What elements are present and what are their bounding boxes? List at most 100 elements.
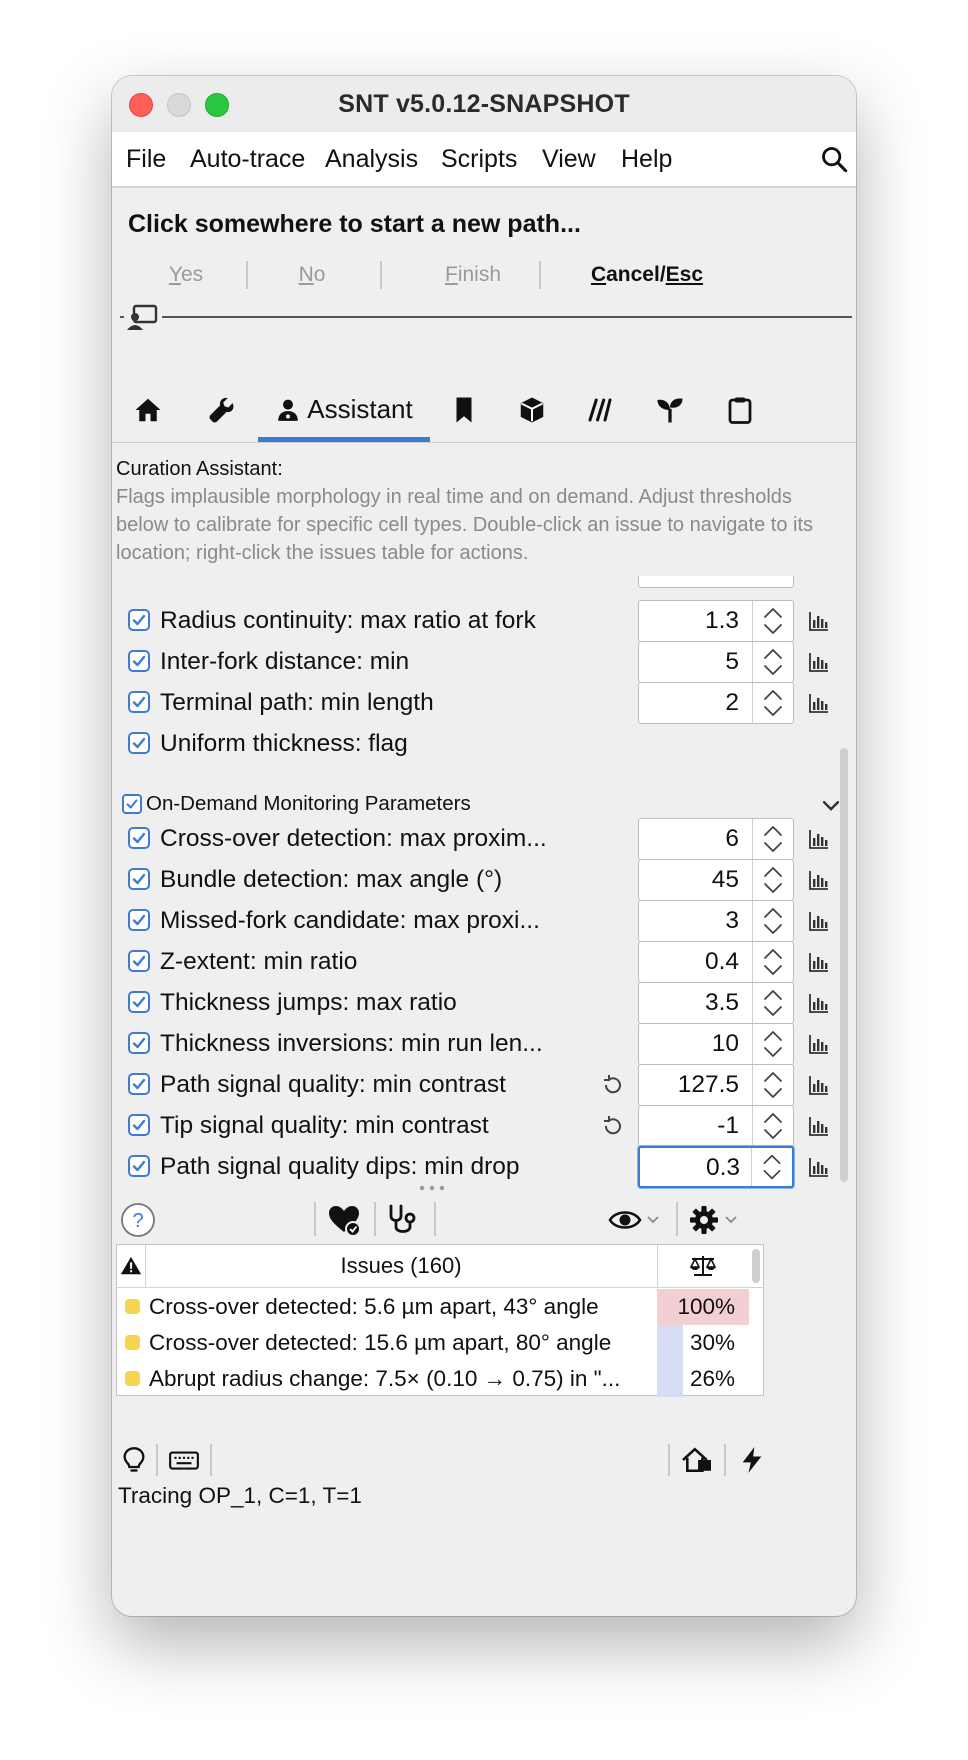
histogram-icon[interactable] xyxy=(808,828,830,850)
param-checkbox[interactable] xyxy=(128,1032,150,1054)
value-spinner[interactable]: 127.5 xyxy=(638,1064,794,1106)
spinner-value[interactable]: -1 xyxy=(639,1106,739,1146)
issues-table[interactable]: Issues (160) Cross-over detected: 5.6 µm… xyxy=(116,1244,764,1397)
table-row[interactable]: Abrupt radius change: 7.5× (0.10 → 0.75)… xyxy=(117,1361,749,1397)
histogram-icon[interactable] xyxy=(808,910,830,932)
spinner-arrows[interactable] xyxy=(752,1024,793,1064)
help-icon[interactable]: ? xyxy=(120,1202,156,1238)
histogram-icon[interactable] xyxy=(808,1115,830,1137)
menu-file[interactable]: File xyxy=(126,132,166,186)
spinner-arrows[interactable] xyxy=(752,901,793,941)
issues-column-header[interactable]: Issues (160) xyxy=(145,1245,658,1287)
spinner-value[interactable]: 45 xyxy=(639,860,739,900)
spinner-value[interactable]: 0.4 xyxy=(639,942,739,982)
tab-options[interactable] xyxy=(194,382,250,438)
spinner-value[interactable]: 1.3 xyxy=(639,601,739,641)
param-checkbox[interactable] xyxy=(128,827,150,849)
table-row[interactable]: Cross-over detected: 5.6 µm apart, 43° a… xyxy=(117,1289,749,1325)
value-spinner[interactable]: 3.5 xyxy=(638,982,794,1024)
param-checkbox[interactable] xyxy=(128,732,150,754)
spinner-value[interactable]: 3.5 xyxy=(639,983,739,1023)
section-checkbox[interactable] xyxy=(122,794,142,814)
histogram-icon[interactable] xyxy=(808,992,830,1014)
tab-3d[interactable] xyxy=(504,382,560,438)
value-spinner[interactable]: 2 xyxy=(638,682,794,724)
tab-main[interactable] xyxy=(120,382,176,438)
tab-assistant[interactable]: Assistant xyxy=(258,382,430,442)
spinner-value[interactable]: 127.5 xyxy=(639,1065,739,1105)
spinner-value[interactable]: 2 xyxy=(639,683,739,723)
table-row[interactable]: Cross-over detected: 15.6 µm apart, 80° … xyxy=(117,1325,749,1361)
no-button[interactable]: No xyxy=(284,260,340,290)
value-spinner[interactable]: 6 xyxy=(638,818,794,860)
finish-button[interactable]: Finish xyxy=(418,260,528,290)
spinner-value[interactable]: 6 xyxy=(639,819,739,859)
search-icon[interactable] xyxy=(820,145,848,173)
cancel-esc-button[interactable]: Cancel/Esc xyxy=(582,260,712,290)
histogram-icon[interactable] xyxy=(808,869,830,891)
spinner-value[interactable]: 5 xyxy=(639,642,739,682)
spinner-value[interactable]: 10 xyxy=(639,1024,739,1064)
param-checkbox[interactable] xyxy=(128,868,150,890)
value-spinner[interactable]: 0.4 xyxy=(638,941,794,983)
lightbulb-icon[interactable] xyxy=(120,1446,148,1474)
keyboard-icon[interactable] xyxy=(168,1446,200,1474)
yes-button[interactable]: Yes xyxy=(156,260,216,290)
param-checkbox[interactable] xyxy=(128,950,150,972)
histogram-icon[interactable] xyxy=(808,651,830,673)
spinner-arrows[interactable] xyxy=(752,601,793,641)
histogram-icon[interactable] xyxy=(808,692,830,714)
spinner-arrows[interactable] xyxy=(752,683,793,723)
param-checkbox[interactable] xyxy=(128,991,150,1013)
value-spinner[interactable]: 0.3 xyxy=(638,1146,794,1188)
histogram-icon[interactable] xyxy=(808,951,830,973)
severity-score-column-header[interactable] xyxy=(657,1245,749,1287)
eye-icon[interactable] xyxy=(608,1202,664,1238)
stethoscope-icon[interactable] xyxy=(384,1202,420,1238)
spinner-arrows[interactable] xyxy=(752,860,793,900)
params-scrollbar[interactable] xyxy=(840,748,848,1182)
spinner-value[interactable]: 0.3 xyxy=(640,1148,740,1186)
param-checkbox[interactable] xyxy=(128,1114,150,1136)
spinner-arrows[interactable] xyxy=(752,642,793,682)
param-checkbox[interactable] xyxy=(128,1155,150,1177)
tab-clipboard[interactable] xyxy=(712,382,768,438)
value-spinner[interactable] xyxy=(638,576,794,588)
reset-icon[interactable] xyxy=(600,1114,624,1138)
spinner-arrows[interactable] xyxy=(752,819,793,859)
param-checkbox[interactable] xyxy=(128,691,150,713)
histogram-icon[interactable] xyxy=(808,610,830,632)
param-checkbox[interactable] xyxy=(128,909,150,931)
chevron-down-icon[interactable] xyxy=(820,794,842,816)
gear-icon[interactable] xyxy=(688,1202,744,1238)
resize-grip-icon[interactable] xyxy=(416,1184,448,1192)
param-checkbox[interactable] xyxy=(128,609,150,631)
histogram-icon[interactable] xyxy=(808,1033,830,1055)
reset-icon[interactable] xyxy=(600,1073,624,1097)
histogram-icon[interactable] xyxy=(808,1074,830,1096)
tab-bookmarks[interactable] xyxy=(436,382,492,438)
heart-check-icon[interactable] xyxy=(326,1202,362,1238)
lightning-icon[interactable] xyxy=(738,1446,766,1474)
value-spinner[interactable]: 45 xyxy=(638,859,794,901)
menu-analysis[interactable]: Analysis xyxy=(325,132,418,186)
value-spinner[interactable]: 5 xyxy=(638,641,794,683)
menu-auto-trace[interactable]: Auto-trace xyxy=(190,132,305,186)
histogram-icon[interactable] xyxy=(808,1156,830,1178)
value-spinner[interactable]: 1.3 xyxy=(638,600,794,642)
menu-help[interactable]: Help xyxy=(621,132,672,186)
value-spinner[interactable]: -1 xyxy=(638,1105,794,1147)
param-checkbox[interactable] xyxy=(128,650,150,672)
spinner-arrows[interactable] xyxy=(751,1148,792,1186)
ondemand-section-header[interactable]: On-Demand Monitoring Parameters xyxy=(122,790,842,820)
value-spinner[interactable]: 3 xyxy=(638,900,794,942)
detach-panel-icon[interactable] xyxy=(124,302,162,334)
menu-scripts[interactable]: Scripts xyxy=(441,132,517,186)
tab-growth[interactable] xyxy=(642,382,698,438)
spinner-arrows[interactable] xyxy=(752,983,793,1023)
spinner-arrows[interactable] xyxy=(752,1065,793,1105)
home-sync-icon[interactable] xyxy=(680,1446,714,1474)
issues-scrollbar[interactable] xyxy=(749,1245,763,1395)
value-spinner[interactable]: 10 xyxy=(638,1023,794,1065)
spinner-value[interactable]: 3 xyxy=(639,901,739,941)
